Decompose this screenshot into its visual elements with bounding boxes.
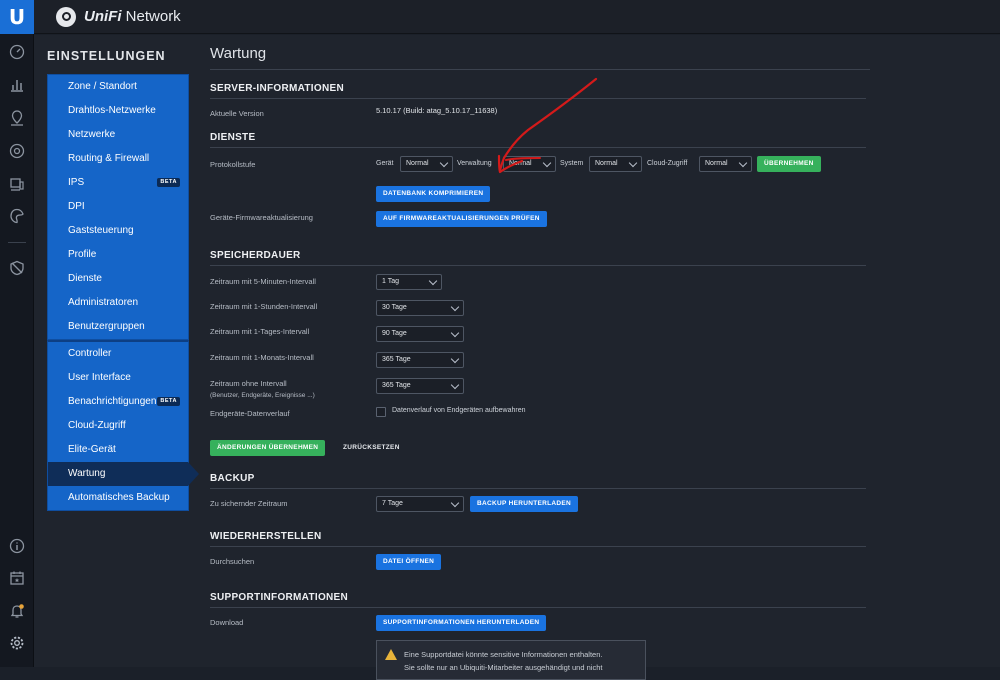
- version-label: Aktuelle Version: [210, 109, 264, 118]
- device-log-select[interactable]: Normal: [400, 156, 453, 172]
- unifi-network-logo-icon: [56, 6, 76, 27]
- statistics-icon[interactable]: [9, 77, 25, 93]
- nav-item-cloud-access[interactable]: Cloud-Zugriff: [48, 414, 188, 438]
- backup-period-select[interactable]: 7 Tage: [376, 496, 464, 512]
- nav-item-networks[interactable]: Netzwerke: [48, 123, 188, 147]
- nav-item-admins[interactable]: Administratoren: [48, 291, 188, 315]
- system-log-label: System: [560, 160, 584, 167]
- devices-icon[interactable]: [9, 143, 25, 159]
- section-backup: BACKUP: [210, 473, 866, 489]
- cloud-log-label: Cloud-Zugriff: [647, 160, 688, 167]
- section-support: SUPPORTINFORMATIONEN: [210, 592, 866, 608]
- settings-icon[interactable]: [9, 635, 25, 651]
- calendar-icon[interactable]: [9, 570, 25, 586]
- save-changes-button[interactable]: ÄNDERUNGEN ÜBERNEHMEN: [210, 440, 326, 456]
- section-restore: WIEDERHERSTELLEN: [210, 531, 866, 547]
- retention-1h-label: Zeitraum mit 1-Stunden-Intervall: [210, 302, 318, 311]
- client-history-label: Endgeräte-Datenverlauf: [210, 409, 290, 418]
- app-title: UniFi Network: [84, 8, 181, 25]
- retention-1h-select[interactable]: 30 Tage: [376, 300, 464, 316]
- compact-database-button[interactable]: DATENBANK KOMPRIMIEREN: [376, 186, 491, 202]
- clients-icon[interactable]: [9, 176, 25, 192]
- nav-item-notifications[interactable]: Benachrichtigungen BETA: [48, 390, 188, 414]
- retention-5min-label: Zeitraum mit 5-Minuten-Intervall: [210, 277, 316, 286]
- alerts-icon[interactable]: [9, 603, 25, 619]
- download-backup-button[interactable]: BACKUP HERUNTERLADEN: [470, 496, 578, 512]
- client-history-checkbox[interactable]: [376, 407, 386, 417]
- nav-item-elite-device[interactable]: Elite-Gerät: [48, 438, 188, 462]
- dashboard-icon[interactable]: [9, 44, 25, 60]
- map-icon[interactable]: [9, 110, 25, 126]
- beta-badge: BETA: [157, 178, 180, 187]
- nav-item-auto-backup[interactable]: Automatisches Backup: [48, 486, 188, 510]
- browse-label: Durchsuchen: [210, 557, 255, 566]
- settings-nav-group-site: Zone / Standort Drahtlos-Netzwerke Netzw…: [47, 74, 189, 340]
- support-warning-text: Eine Supportdatei könnte sensitive Infor…: [404, 650, 603, 672]
- warning-icon: [385, 649, 397, 660]
- retention-1d-select[interactable]: 90 Tage: [376, 326, 464, 342]
- client-history-checkbox-label[interactable]: Datenverlauf von Endgeräten aufbewahren: [392, 407, 525, 414]
- iconbar-divider: [8, 242, 26, 243]
- top-bar: UniFi Network: [34, 0, 1000, 34]
- nav-item-maintenance[interactable]: Wartung: [48, 462, 199, 486]
- nav-item-wireless-networks[interactable]: Drahtlos-Netzwerke: [48, 99, 188, 123]
- management-log-label: Verwaltung: [457, 160, 492, 167]
- system-log-select[interactable]: Normal: [589, 156, 642, 172]
- nav-item-user-interface[interactable]: User Interface: [48, 366, 188, 390]
- beta-badge: BETA: [157, 397, 180, 406]
- settings-nav: EINSTELLUNGEN Zone / Standort Drahtlos-N…: [47, 40, 199, 511]
- download-support-info-button[interactable]: SUPPORTINFORMATIONEN HERUNTERLADEN: [376, 615, 547, 631]
- nav-item-zone[interactable]: Zone / Standort: [48, 75, 188, 99]
- retention-1m-label: Zeitraum mit 1-Monats-Intervall: [210, 353, 314, 362]
- firmware-update-label: Geräte-Firmwareaktualisierung: [210, 213, 313, 222]
- nav-item-dpi[interactable]: DPI: [48, 195, 188, 219]
- nav-item-services[interactable]: Dienste: [48, 267, 188, 291]
- section-services: DIENSTE: [210, 132, 866, 148]
- open-file-button[interactable]: DATEI ÖFFNEN: [376, 554, 442, 570]
- security-icon[interactable]: [9, 260, 25, 276]
- retention-5min-select[interactable]: 1 Tag: [376, 274, 442, 290]
- backup-period-label: Zu sichernder Zeitraum: [210, 499, 288, 508]
- maintenance-panel: Wartung SERVER-INFORMATIONEN Aktuelle Ve…: [210, 40, 870, 680]
- support-warning-box: Eine Supportdatei könnte sensitive Infor…: [376, 640, 646, 680]
- settings-nav-title: EINSTELLUNGEN: [47, 49, 166, 63]
- nav-item-user-groups[interactable]: Benutzergruppen: [48, 315, 188, 339]
- support-download-label: Download: [210, 618, 244, 627]
- cloud-log-select[interactable]: Normal: [699, 156, 752, 172]
- icon-sidebar: U: [0, 0, 34, 667]
- retention-1d-label: Zeitraum mit 1-Tages-Intervall: [210, 327, 310, 336]
- log-level-label: Protokollstufe: [210, 160, 256, 169]
- retention-no-interval-select[interactable]: 365 Tage: [376, 378, 464, 394]
- version-value: 5.10.17 (Build: atag_5.10.17_11638): [376, 106, 498, 115]
- reset-button[interactable]: ZURÜCKSETZEN: [336, 440, 407, 456]
- retention-1m-select[interactable]: 365 Tage: [376, 352, 464, 368]
- info-icon[interactable]: [9, 538, 25, 554]
- retention-no-interval-label: Zeitraum ohne Intervall: [210, 379, 287, 388]
- nav-item-routing-firewall[interactable]: Routing & Firewall: [48, 147, 188, 171]
- insights-icon[interactable]: [9, 208, 25, 224]
- management-log-select[interactable]: Normal: [503, 156, 556, 172]
- nav-item-guest-control[interactable]: Gaststeuerung: [48, 219, 188, 243]
- device-log-label: Gerät: [376, 160, 394, 167]
- nav-item-profiles[interactable]: Profile: [48, 243, 188, 267]
- apply-log-level-button[interactable]: ÜBERNEHMEN: [757, 156, 821, 172]
- unifi-logo-icon[interactable]: U: [0, 0, 34, 34]
- settings-nav-group-controller: Controller User Interface Benachrichtigu…: [47, 340, 199, 511]
- check-firmware-button[interactable]: AUF FIRMWAREAKTUALISIERUNGEN PRÜFEN: [376, 211, 547, 227]
- nav-item-ips[interactable]: IPS BETA: [48, 171, 188, 195]
- section-server-info: SERVER-INFORMATIONEN: [210, 83, 866, 99]
- nav-item-controller[interactable]: Controller: [48, 342, 188, 366]
- section-retention: SPEICHERDAUER: [210, 250, 866, 266]
- retention-no-interval-sublabel: (Benutzer, Endgeräte, Ereignisse ...): [210, 392, 315, 399]
- page-title: Wartung: [210, 40, 870, 70]
